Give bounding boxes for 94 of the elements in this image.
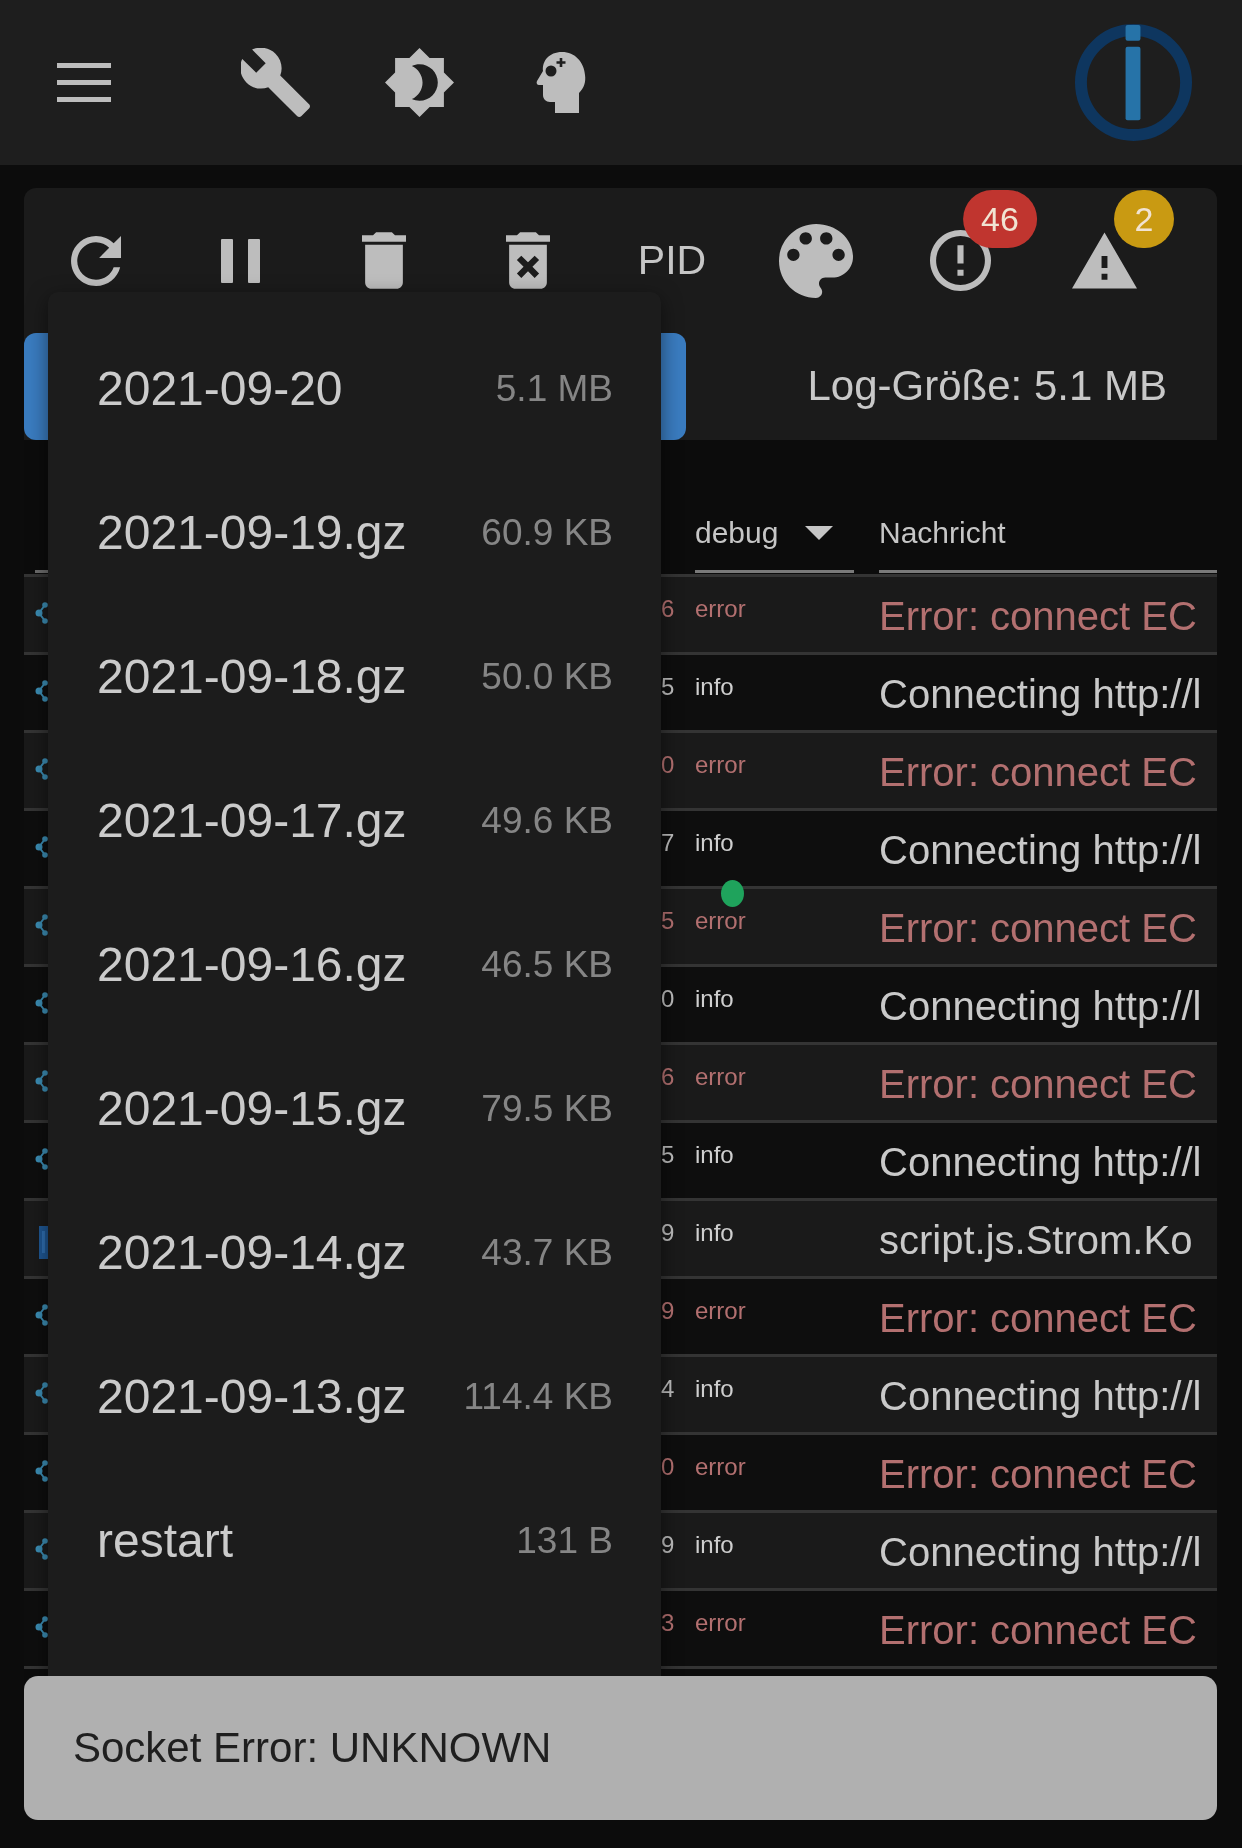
log-message: Connecting http://l (879, 1529, 1202, 1575)
severity-label: error (695, 1299, 746, 1323)
table-cell: 4 (661, 1377, 675, 1401)
wrench-icon[interactable] (241, 48, 310, 117)
nodes-icon (35, 1070, 48, 1092)
log-message: Connecting http://l (879, 671, 1202, 717)
head-icon[interactable] (536, 52, 586, 113)
severity-label: error (695, 1065, 746, 1089)
tile-icon (39, 1226, 48, 1259)
nodes-icon (35, 1460, 48, 1482)
caret-icon (805, 525, 833, 540)
file-size-label: 50.0 KB (481, 655, 613, 699)
pause-icon[interactable] (220, 238, 260, 283)
menu-item[interactable]: 2021-09-17.gz (97, 793, 407, 849)
table-cell: 0 (661, 1455, 675, 1479)
log-message: Connecting http://l (879, 1139, 1202, 1185)
brightness-icon[interactable] (385, 48, 454, 117)
severity-label: error (695, 1611, 746, 1635)
severity-label: info (695, 1221, 734, 1245)
nodes-icon (35, 602, 48, 624)
refresh-icon[interactable] (71, 235, 121, 286)
table-cell: 0 (661, 987, 675, 1011)
error-icon[interactable] (929, 230, 991, 291)
menu-item[interactable]: 2021-09-20 (97, 361, 343, 417)
nodes-icon (35, 992, 48, 1014)
menu-item[interactable]: 2021-09-14.gz (97, 1225, 407, 1281)
trash-icon[interactable] (362, 232, 406, 289)
nodes-icon (35, 1382, 48, 1404)
table-cell: 9 (661, 1221, 675, 1245)
nodes-icon (35, 1538, 48, 1560)
nodes-icon (35, 914, 48, 936)
level-select[interactable]: debug (695, 507, 854, 573)
file-size-label: 5.1 MB (495, 367, 613, 411)
table-cell: 3 (661, 1611, 675, 1635)
warning-icon[interactable] (1071, 232, 1137, 289)
menu-icon[interactable] (57, 63, 111, 102)
severity-label: info (695, 831, 734, 855)
table-cell: 6 (661, 597, 675, 621)
severity-label: error (695, 909, 746, 933)
table-cell: 9 (661, 1299, 675, 1323)
severity-label: info (695, 987, 734, 1011)
palette-icon[interactable] (779, 223, 853, 298)
log-message: Error: connect EC (879, 1295, 1197, 1341)
nodes-icon (35, 1148, 48, 1170)
file-size-label: 60.9 KB (481, 511, 613, 555)
trash-x-icon[interactable] (506, 232, 550, 289)
nodes-icon (35, 836, 48, 858)
nodes-icon (35, 680, 48, 702)
table-cell: 7 (661, 831, 675, 855)
file-size-label: 131 B (516, 1519, 613, 1563)
severity-label: error (695, 753, 746, 777)
count-badge: 2 (1114, 189, 1174, 248)
log-message: Connecting http://l (879, 983, 1202, 1029)
table-cell: 0 (661, 753, 675, 777)
severity-label: error (695, 1455, 746, 1479)
log-message: script.js.Strom.Ko (879, 1217, 1193, 1263)
pid-button[interactable]: PID (637, 237, 707, 284)
menu-item[interactable]: 2021-09-13.gz (97, 1369, 407, 1425)
table-cell: 5 (661, 675, 675, 699)
nodes-icon (35, 1616, 48, 1638)
table-cell: 5 (661, 909, 675, 933)
menu-item[interactable]: 2021-09-19.gz (97, 505, 407, 561)
nodes-icon (35, 1304, 48, 1326)
log-message: Error: connect EC (879, 749, 1197, 795)
table-cell: 9 (661, 1533, 675, 1557)
log-message: Error: connect EC (879, 593, 1197, 639)
menu-item[interactable]: 2021-09-15.gz (97, 1081, 407, 1137)
logo-icon[interactable] (1074, 23, 1193, 142)
error-message: Socket Error: UNKNOWN (73, 1723, 552, 1773)
menu-item[interactable]: 2021-09-16.gz (97, 937, 407, 993)
severity-label: info (695, 1533, 734, 1557)
log-message: Connecting http://l (879, 827, 1202, 873)
file-size-label: 43.7 KB (481, 1231, 613, 1275)
file-size-label: 114.4 KB (463, 1375, 613, 1419)
log-message: Error: connect EC (879, 1607, 1197, 1653)
menu-item[interactable]: 2021-09-18.gz (97, 649, 407, 705)
severity-label: error (695, 597, 746, 621)
log-message: Error: connect EC (879, 1451, 1197, 1497)
severity-label: info (695, 1377, 734, 1401)
severity-label: info (695, 1143, 734, 1167)
log-size-label: Log-Größe: 5.1 MB (807, 362, 1167, 411)
log-message: Error: connect EC (879, 905, 1197, 951)
table-cell: 6 (661, 1065, 675, 1089)
file-size-label: 46.5 KB (481, 943, 613, 987)
table-cell: 5 (661, 1143, 675, 1167)
file-size-label: 79.5 KB (481, 1087, 613, 1131)
message-filter-field[interactable]: Nachricht (879, 507, 1217, 573)
log-message: Connecting http://l (879, 1373, 1202, 1419)
nodes-icon (35, 758, 48, 780)
severity-label: info (695, 675, 734, 699)
count-badge: 46 (963, 189, 1037, 248)
file-size-label: 49.6 KB (481, 799, 613, 843)
log-message: Error: connect EC (879, 1061, 1197, 1107)
menu-item[interactable]: restart (97, 1513, 234, 1569)
